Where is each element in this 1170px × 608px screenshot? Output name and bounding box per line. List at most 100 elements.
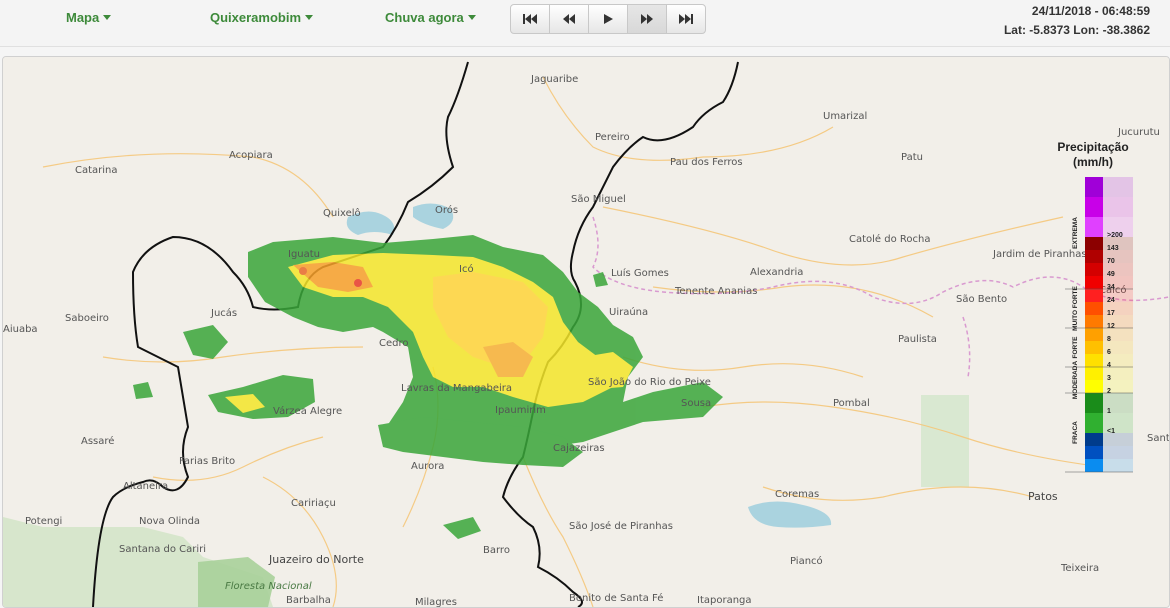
legend-swatch xyxy=(1085,446,1103,459)
place-label: Cajazeiras xyxy=(553,443,605,454)
step-back-icon xyxy=(563,14,575,24)
place-label: Jucás xyxy=(210,307,237,319)
place-label: Aurora xyxy=(411,461,444,472)
legend-category-label: FRACA xyxy=(1072,421,1079,444)
legend-swatch xyxy=(1085,413,1103,433)
step-forward-icon xyxy=(641,14,653,24)
legend-fade xyxy=(1103,459,1133,472)
legend-value-label: 8 xyxy=(1107,336,1111,343)
place-label: Potengi xyxy=(25,516,62,527)
place-label: Jaguaribe xyxy=(530,74,578,85)
place-label: Pereiro xyxy=(595,132,630,143)
legend-fade xyxy=(1103,177,1133,197)
weather-map[interactable]: Jaguaribe Pereiro Umarizal Jucurutu Acop… xyxy=(2,56,1170,608)
place-label: Assaré xyxy=(81,435,114,447)
legend-value-label: 24 xyxy=(1107,297,1115,304)
precipitation-legend: >200 143 70 49 34 24 17 12 8 6 4 3 2 1 <1 EXTREMA MUITO … xyxy=(1065,177,1133,473)
coordinate-readout: Lat: -5.8373 Lon: -38.3862 xyxy=(1003,23,1150,37)
place-label: Acopiara xyxy=(229,150,273,161)
place-label: Caririaçu xyxy=(291,498,336,509)
legend-value-label: 143 xyxy=(1107,245,1119,252)
place-label: Floresta Nacional xyxy=(225,581,312,592)
place-label: Altaneira xyxy=(123,481,168,492)
animation-player xyxy=(510,4,706,34)
legend-value-label: >200 xyxy=(1107,232,1123,239)
map-canvas[interactable]: Jaguaribe Pereiro Umarizal Jucurutu Acop… xyxy=(3,57,1169,607)
legend-value-label: 3 xyxy=(1107,375,1111,382)
legend-swatch xyxy=(1085,315,1103,328)
legend-swatch xyxy=(1085,237,1103,250)
datetime-readout: 24/11/2018 - 06:48:59 Lat: -5.8373 Lon: … xyxy=(1004,2,1150,40)
place-label: Lavras da Mangabeira xyxy=(401,383,512,394)
legend-value-label: 70 xyxy=(1107,258,1115,265)
place-label: Uiraúna xyxy=(609,306,648,318)
place-label: Jucurutu xyxy=(1117,127,1160,138)
map-menu[interactable]: Mapa xyxy=(66,10,112,25)
legend-value-label: 49 xyxy=(1107,271,1115,278)
skip-first-button[interactable] xyxy=(511,5,550,33)
step-forward-button[interactable] xyxy=(628,5,667,33)
legend-title-line1: Precipitação xyxy=(1057,140,1129,154)
place-label: Pombal xyxy=(833,398,870,409)
place-label: Icó xyxy=(459,263,474,275)
legend-swatch xyxy=(1085,354,1103,367)
place-label: Iguatu xyxy=(288,249,320,260)
legend-swatch xyxy=(1085,341,1103,354)
legend-value-label: 1 xyxy=(1107,408,1111,415)
place-label: São João do Rio do Peixe xyxy=(588,377,711,388)
place-label: Saboeiro xyxy=(65,313,109,324)
caret-down-icon xyxy=(467,15,476,20)
place-label: Bonito de Santa Fé xyxy=(569,592,663,604)
legend-category-label: MODERADA xyxy=(1072,361,1079,400)
legend-swatch xyxy=(1085,328,1103,341)
place-label: Piancó xyxy=(790,555,823,567)
play-button[interactable] xyxy=(589,5,628,33)
legend-category-label: FORTE xyxy=(1072,336,1079,359)
timestamp: 24/11/2018 - 06:48:59 xyxy=(1031,4,1150,18)
legend-title: Precipitação (mm/h) xyxy=(1053,140,1133,170)
place-label: Patos xyxy=(1028,490,1058,503)
caret-down-icon xyxy=(305,15,314,20)
place-label: Farias Brito xyxy=(179,456,235,467)
place-label: Paulista xyxy=(898,334,937,345)
legend-swatch xyxy=(1085,263,1103,276)
legend-value-label: <1 xyxy=(1107,428,1115,435)
legend-value-label: 34 xyxy=(1107,284,1115,291)
top-toolbar: Mapa Quixeramobim Chuva agora 24/11/2018… xyxy=(0,0,1170,47)
place-label: Alexandria xyxy=(750,267,803,278)
play-icon xyxy=(604,14,613,24)
legend-category-label: MUITO FORTE xyxy=(1072,286,1079,331)
place-label: Ipaumirim xyxy=(495,405,546,416)
legend-value-label: 2 xyxy=(1107,388,1111,395)
step-back-button[interactable] xyxy=(550,5,589,33)
legend-swatch xyxy=(1085,250,1103,263)
place-label: Aiuaba xyxy=(3,324,38,335)
skip-last-button[interactable] xyxy=(667,5,705,33)
caret-down-icon xyxy=(103,15,112,20)
place-label: Santana do Cariri xyxy=(119,544,206,555)
legend-value-label: 17 xyxy=(1107,310,1115,317)
legend-value-label: 4 xyxy=(1107,362,1111,369)
place-label: Nova Olinda xyxy=(139,516,200,527)
legend-fade xyxy=(1103,446,1133,459)
skip-first-icon xyxy=(523,14,537,24)
place-label: Umarizal xyxy=(823,111,867,122)
legend-swatch xyxy=(1085,289,1103,302)
legend-swatch xyxy=(1085,393,1103,413)
skip-last-icon xyxy=(679,14,693,24)
legend-swatch xyxy=(1085,433,1103,446)
legend-swatch xyxy=(1085,302,1103,315)
place-label: Santa xyxy=(1147,433,1169,444)
place-label: Itaporanga xyxy=(697,595,752,606)
legend-swatch xyxy=(1085,217,1103,237)
place-label: Catarina xyxy=(75,165,118,176)
location-menu[interactable]: Quixeramobim xyxy=(210,10,314,25)
layer-menu[interactable]: Chuva agora xyxy=(385,10,476,25)
place-label: Várzea Alegre xyxy=(273,405,342,417)
legend-swatch xyxy=(1085,380,1103,393)
legend-swatch xyxy=(1085,459,1103,472)
place-label: Luís Gomes xyxy=(611,267,669,279)
legend-swatch xyxy=(1085,367,1103,380)
place-label: São José de Piranhas xyxy=(569,520,673,532)
place-label: Teixeira xyxy=(1060,563,1099,574)
